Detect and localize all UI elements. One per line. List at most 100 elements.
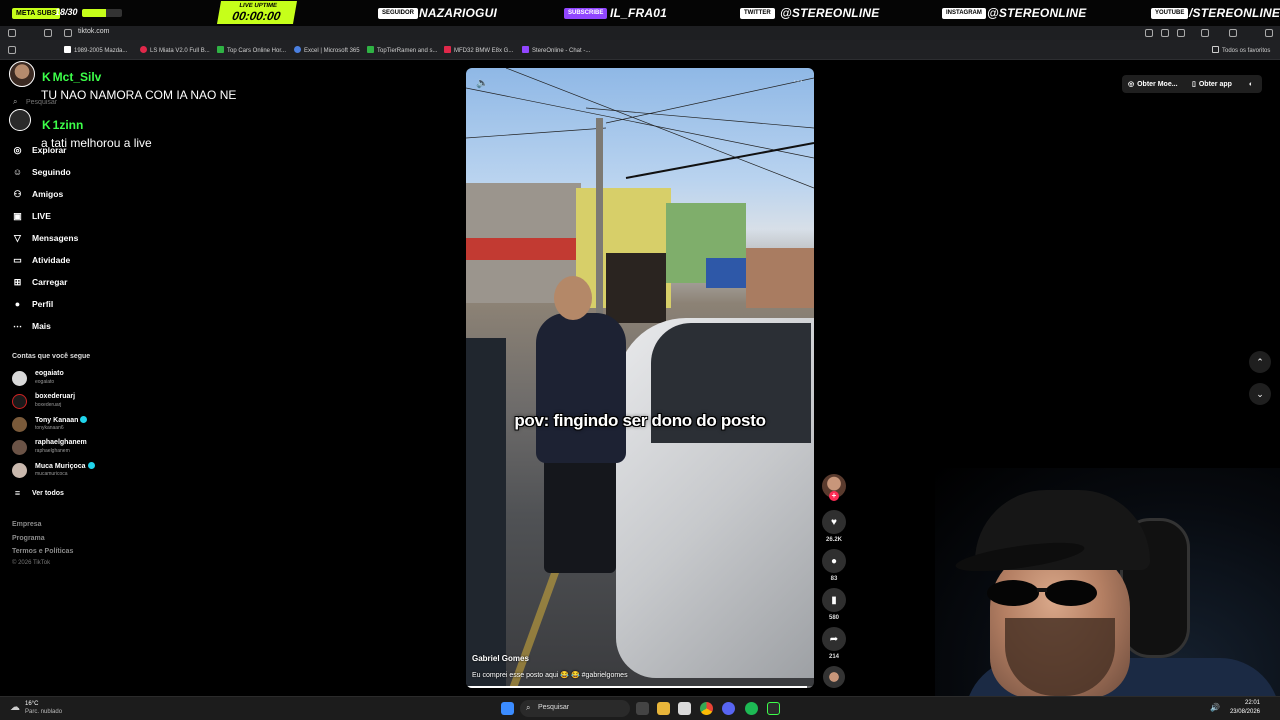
- nav-item-messages[interactable]: ▽ Mensagens: [12, 230, 78, 246]
- bookmark-item[interactable]: Top Cars Online Hor...: [217, 46, 286, 54]
- video-author[interactable]: Gabriel Gomes: [472, 654, 529, 663]
- volume-icon[interactable]: 🔊: [1210, 703, 1220, 712]
- site-info-icon[interactable]: [64, 29, 72, 37]
- storefront-awning: [466, 238, 586, 260]
- windows-start-icon[interactable]: [501, 702, 514, 715]
- profile-menu-button[interactable]: ◐: [1240, 75, 1262, 93]
- video-progress-bar[interactable]: [466, 686, 814, 688]
- coin-icon: ◎: [1128, 81, 1135, 88]
- storefront-awning: [706, 258, 746, 288]
- heart-icon: ♥: [831, 516, 837, 528]
- avatar: [12, 463, 27, 478]
- phone-icon: ▯: [1192, 81, 1196, 88]
- spotify-icon[interactable]: [745, 702, 758, 715]
- nav-item-friends[interactable]: ⚇ Amigos: [12, 186, 63, 202]
- bookmark-item[interactable]: 1989-2005 Mazda...: [64, 46, 127, 54]
- see-all-following[interactable]: ≡ Ver todos: [12, 485, 64, 501]
- url-text[interactable]: tiktok.com: [78, 28, 110, 35]
- sunglasses: [987, 580, 1097, 606]
- back-icon[interactable]: [8, 29, 16, 37]
- account-handle: mucamuricoca: [35, 471, 68, 477]
- tiktok-sidebar: ◎ Explorar ☺ Seguindo ⚇ Amigos ▣ LIVE ▽ Mensa…: [0, 60, 160, 700]
- apps-icon[interactable]: [8, 46, 16, 54]
- like-button[interactable]: ♥: [822, 510, 846, 534]
- get-app-button[interactable]: ▯ Obter app: [1186, 75, 1240, 93]
- nav-item-live[interactable]: ▣ LIVE: [12, 208, 51, 224]
- account-name: eogaiato: [35, 370, 64, 377]
- comment-button[interactable]: ●: [822, 549, 846, 573]
- task-view-icon[interactable]: [636, 702, 649, 715]
- video-description: Eu comprei esse posto aqui 😂 😂 #gabrielg…: [472, 672, 628, 679]
- reload-icon[interactable]: [44, 29, 52, 37]
- bookmark-item[interactable]: MFD32 BMW E8x G...: [444, 46, 513, 54]
- nav-item-following[interactable]: ☺ Seguindo: [12, 164, 71, 180]
- translate-icon[interactable]: [1145, 29, 1153, 37]
- bookmark-label: TopTierRamen and s...: [377, 48, 438, 54]
- following-icon: ☺: [12, 167, 23, 177]
- chevron-up-icon: ⌃: [1256, 356, 1264, 367]
- nav-label: Seguindo: [32, 167, 71, 177]
- clock-time[interactable]: 22:01: [1240, 700, 1260, 706]
- account-handle: tonykanaan6: [35, 425, 64, 431]
- clock-date[interactable]: 23/08/2026: [1228, 709, 1260, 715]
- chrome-icon[interactable]: [700, 702, 713, 715]
- share-button[interactable]: ➦: [822, 627, 846, 651]
- chat-message: a tati melhorou a live: [41, 136, 152, 150]
- next-video-button[interactable]: ⌄: [1249, 383, 1271, 405]
- address-bar[interactable]: tiktok.com: [0, 26, 1280, 40]
- install-icon[interactable]: [1161, 29, 1169, 37]
- person-legs: [544, 453, 616, 573]
- file-explorer-icon[interactable]: [657, 702, 670, 715]
- social-tag-subscribe: SUBSCRIBE: [564, 8, 608, 19]
- get-coins-label: Obter Moe...: [1137, 80, 1178, 88]
- account-name: Tony Kanaan: [35, 416, 88, 424]
- bookmark-item[interactable]: StereOnline - Chat -...: [522, 46, 590, 54]
- friends-icon: ⚇: [13, 188, 22, 199]
- bookmark-item[interactable]: Excel | Microsoft 365: [294, 46, 360, 54]
- chevron-down-icon: ⌄: [1256, 388, 1264, 399]
- save-button[interactable]: ▮: [822, 588, 846, 612]
- compass-icon: ◎: [13, 144, 22, 155]
- nav-label: Mensagens: [32, 233, 79, 243]
- social-tag-youtube: YOUTUBE: [1151, 8, 1189, 19]
- previous-video-button[interactable]: ⌃: [1249, 351, 1271, 373]
- live-icon: ▣: [13, 210, 22, 221]
- taskbar-search[interactable]: ⌕ Pesquisar: [520, 700, 630, 717]
- all-bookmarks-folder[interactable]: Todos os favoritos: [1212, 46, 1270, 54]
- footer-link-program[interactable]: Programa: [12, 535, 45, 542]
- get-coins-button[interactable]: ◎ Obter Moe...: [1122, 75, 1186, 93]
- follow-plus-icon[interactable]: +: [829, 491, 839, 501]
- sub-goal-progress: [82, 9, 122, 17]
- nav-label: LIVE: [32, 211, 51, 221]
- bookmark-item[interactable]: LS Miata V2.0 Full B...: [140, 46, 210, 54]
- upload-icon: ⊞: [13, 276, 22, 287]
- nav-item-upload[interactable]: ⊞ Carregar: [12, 274, 68, 290]
- social-value-instagram: @STEREONLINE: [987, 6, 1087, 20]
- nav-item-profile[interactable]: ● Perfil: [12, 296, 53, 312]
- footer-link-company[interactable]: Empresa: [12, 521, 42, 528]
- bookmark-star-icon[interactable]: [1177, 29, 1185, 37]
- taskbar-search-label: Pesquisar: [538, 704, 570, 711]
- bookmark-item[interactable]: TopTierRamen and s...: [367, 46, 437, 54]
- extensions-icon[interactable]: [1201, 29, 1209, 37]
- discord-icon[interactable]: [722, 702, 735, 715]
- nav-item-activity[interactable]: ▭ Atividade: [12, 252, 70, 268]
- footer-link-terms[interactable]: Termos e Políticas: [12, 548, 73, 555]
- volume-icon[interactable]: 🔈: [476, 78, 488, 89]
- store-icon[interactable]: [678, 702, 691, 715]
- weather-temperature[interactable]: 16°C: [25, 701, 38, 707]
- menu-icon[interactable]: [1265, 29, 1273, 37]
- social-value-follower: NAZARIOGUI: [419, 6, 497, 20]
- weather-cloud-icon[interactable]: ☁: [10, 702, 20, 713]
- more-options-icon[interactable]: ⋯: [793, 76, 804, 87]
- kick-badge-icon: K: [42, 118, 51, 132]
- bookmarks-bar: 1989-2005 Mazda... LS Miata V2.0 Full B.…: [0, 40, 1280, 60]
- get-app-label: Obter app: [1198, 80, 1232, 88]
- nav-item-more[interactable]: ⋯ Mais: [12, 318, 51, 334]
- kick-app-icon[interactable]: [767, 702, 780, 715]
- weather-description[interactable]: Parc. nublado: [25, 709, 62, 715]
- comment-count: 83: [830, 576, 838, 582]
- profile-icon[interactable]: [1229, 29, 1237, 37]
- video-player[interactable]: 🔈 ⋯ pov: fingindo ser dono do posto Gabr…: [466, 68, 814, 688]
- music-disc-icon[interactable]: [823, 666, 845, 688]
